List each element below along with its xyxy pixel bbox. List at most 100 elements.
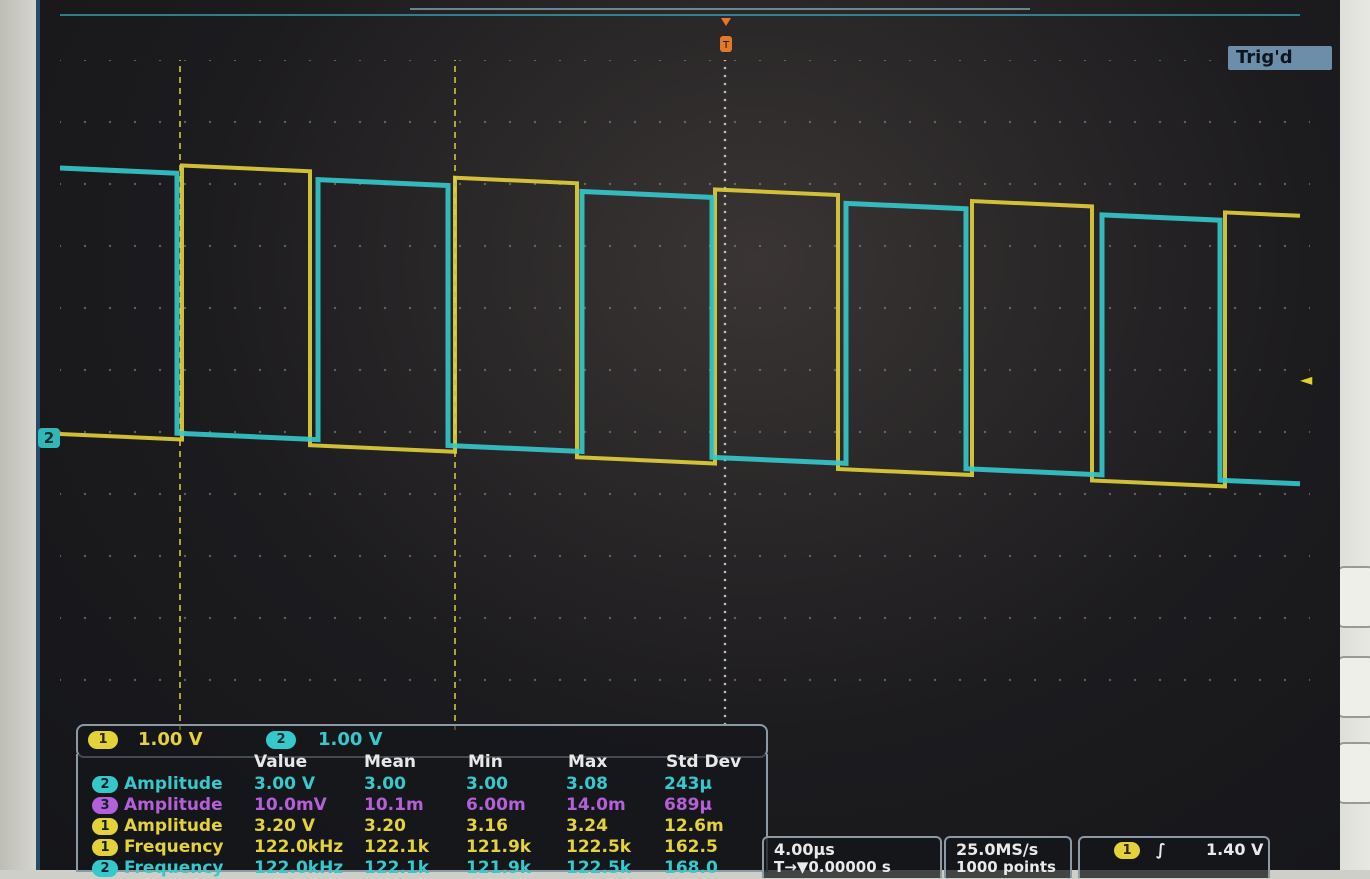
graticule-dot [958,678,962,682]
graticule-dot [233,60,237,62]
graticule-dot [1208,244,1212,248]
graticule-dot [1283,244,1287,248]
graticule-dot [1183,554,1187,558]
trigger-slope-icon: ∫ [1156,840,1166,859]
center-axis-dot [723,426,727,430]
graticule-dot [533,430,537,434]
acquisition-status[interactable]: 25.0MS/s 1000 points [944,836,1072,878]
ch2-badge[interactable]: 2 [266,731,296,749]
graticule-dot [983,306,987,310]
graticule-dot [1258,492,1262,496]
trigger-position-marker[interactable]: T [718,14,734,66]
graticule-dot [183,60,187,62]
graticule-dot [1058,554,1062,558]
graticule-dot [858,430,862,434]
center-axis-dot [723,98,727,102]
graticule-dot [433,368,437,372]
side-menu-button-1[interactable] [1336,566,1370,628]
ch1-scale-value[interactable]: 1.00 V [138,729,203,750]
graticule-dot [283,182,287,186]
graticule-dot [183,120,187,124]
graticule-dot [1008,492,1012,496]
graticule-dot [708,616,712,620]
graticule-dot [1058,678,1062,682]
graticule-dot [208,182,212,186]
center-axis-dot [723,138,727,142]
graticule-dot [1033,306,1037,310]
graticule-dot [808,678,812,682]
center-axis-dot [723,362,727,366]
graticule-dot [833,60,837,62]
graticule-dot [1058,182,1062,186]
graticule-dot [1208,306,1212,310]
center-axis-dot [723,434,727,438]
graticule-dot [258,368,262,372]
graticule-dot [1233,368,1237,372]
graticule-dot [983,678,987,682]
measurement-mean: 3.00 [364,774,406,794]
graticule-dot [558,60,562,62]
measurement-row[interactable]: 3 Amplitude 10.0mV 10.1m 6.00m 14.0m 689µ [78,795,766,816]
graticule-dot [883,120,887,124]
graticule-dot [83,368,87,372]
graticule-dot [833,430,837,434]
center-axis-dot [723,338,727,342]
measurement-row[interactable]: 2 Frequency 122.0kHz 122.1k 121.9k 122.5k 168.… [78,858,766,879]
graticule-dot [258,492,262,496]
side-menu-button-3[interactable] [1336,742,1370,804]
graticule-dot [158,554,162,558]
graticule-dot [1283,306,1287,310]
graticule-dot [183,244,187,248]
center-axis-dot [723,354,727,358]
measurement-table: Value Mean Min Max Std Dev 2 Amplitude 3.0… [76,752,768,878]
center-axis-dot [723,562,727,566]
graticule-dot [883,492,887,496]
graticule-dot [908,306,912,310]
horizontal-status[interactable]: 4.00µs T→▼0.00000 s [762,836,942,878]
graticule-dot [133,306,137,310]
graticule-dot [758,306,762,310]
graticule-dot [433,120,437,124]
graticule-dot [608,244,612,248]
ch2-scale-value[interactable]: 1.00 V [318,729,383,750]
graticule-dot [383,678,387,682]
graticule-dot [233,616,237,620]
graticule-dot [558,616,562,620]
graticule-dot [1083,430,1087,434]
graticule-dot [908,244,912,248]
trigger-level-arrow-icon[interactable]: ◄ [1300,370,1312,389]
center-axis-dot [723,410,727,414]
graticule-dot [458,492,462,496]
graticule-dot [1208,60,1212,62]
graticule-dot [908,182,912,186]
graticule-dot [408,368,412,372]
graticule-dot [1258,120,1262,124]
graticule-dot [483,306,487,310]
trigger-status[interactable]: 1 ∫ 1.40 V [1078,836,1270,878]
graticule-dot [358,430,362,434]
graticule-dot [83,430,87,434]
graticule-dot [658,182,662,186]
graticule-dot [808,616,812,620]
graticule-dot [483,182,487,186]
measurement-row[interactable]: 2 Amplitude 3.00 V 3.00 3.00 3.08 243µ [78,774,766,795]
measurement-label: Amplitude [124,795,223,815]
channel-2-ground-marker[interactable]: 2 [38,428,60,448]
side-menu-button-2[interactable] [1336,656,1370,718]
graticule-dot [408,120,412,124]
center-axis-dot [723,586,727,590]
graticule-dot [383,554,387,558]
measurement-source-badge: 2 [92,860,118,877]
graticule-dot [1208,554,1212,558]
measurement-row[interactable]: 1 Amplitude 3.20 V 3.20 3.16 3.24 12.6m [78,816,766,837]
graticule-dot [1308,182,1310,186]
graticule-dot [383,616,387,620]
graticule-dot [858,492,862,496]
ch1-badge[interactable]: 1 [88,731,118,749]
graticule-dot [933,492,937,496]
measurement-row[interactable]: 1 Frequency 122.0kHz 122.1k 121.9k 122.5k 162.… [78,837,766,858]
graticule-dot [60,60,62,62]
graticule-dot [658,244,662,248]
graticule-dot [83,182,87,186]
graticule-dot [658,60,662,62]
